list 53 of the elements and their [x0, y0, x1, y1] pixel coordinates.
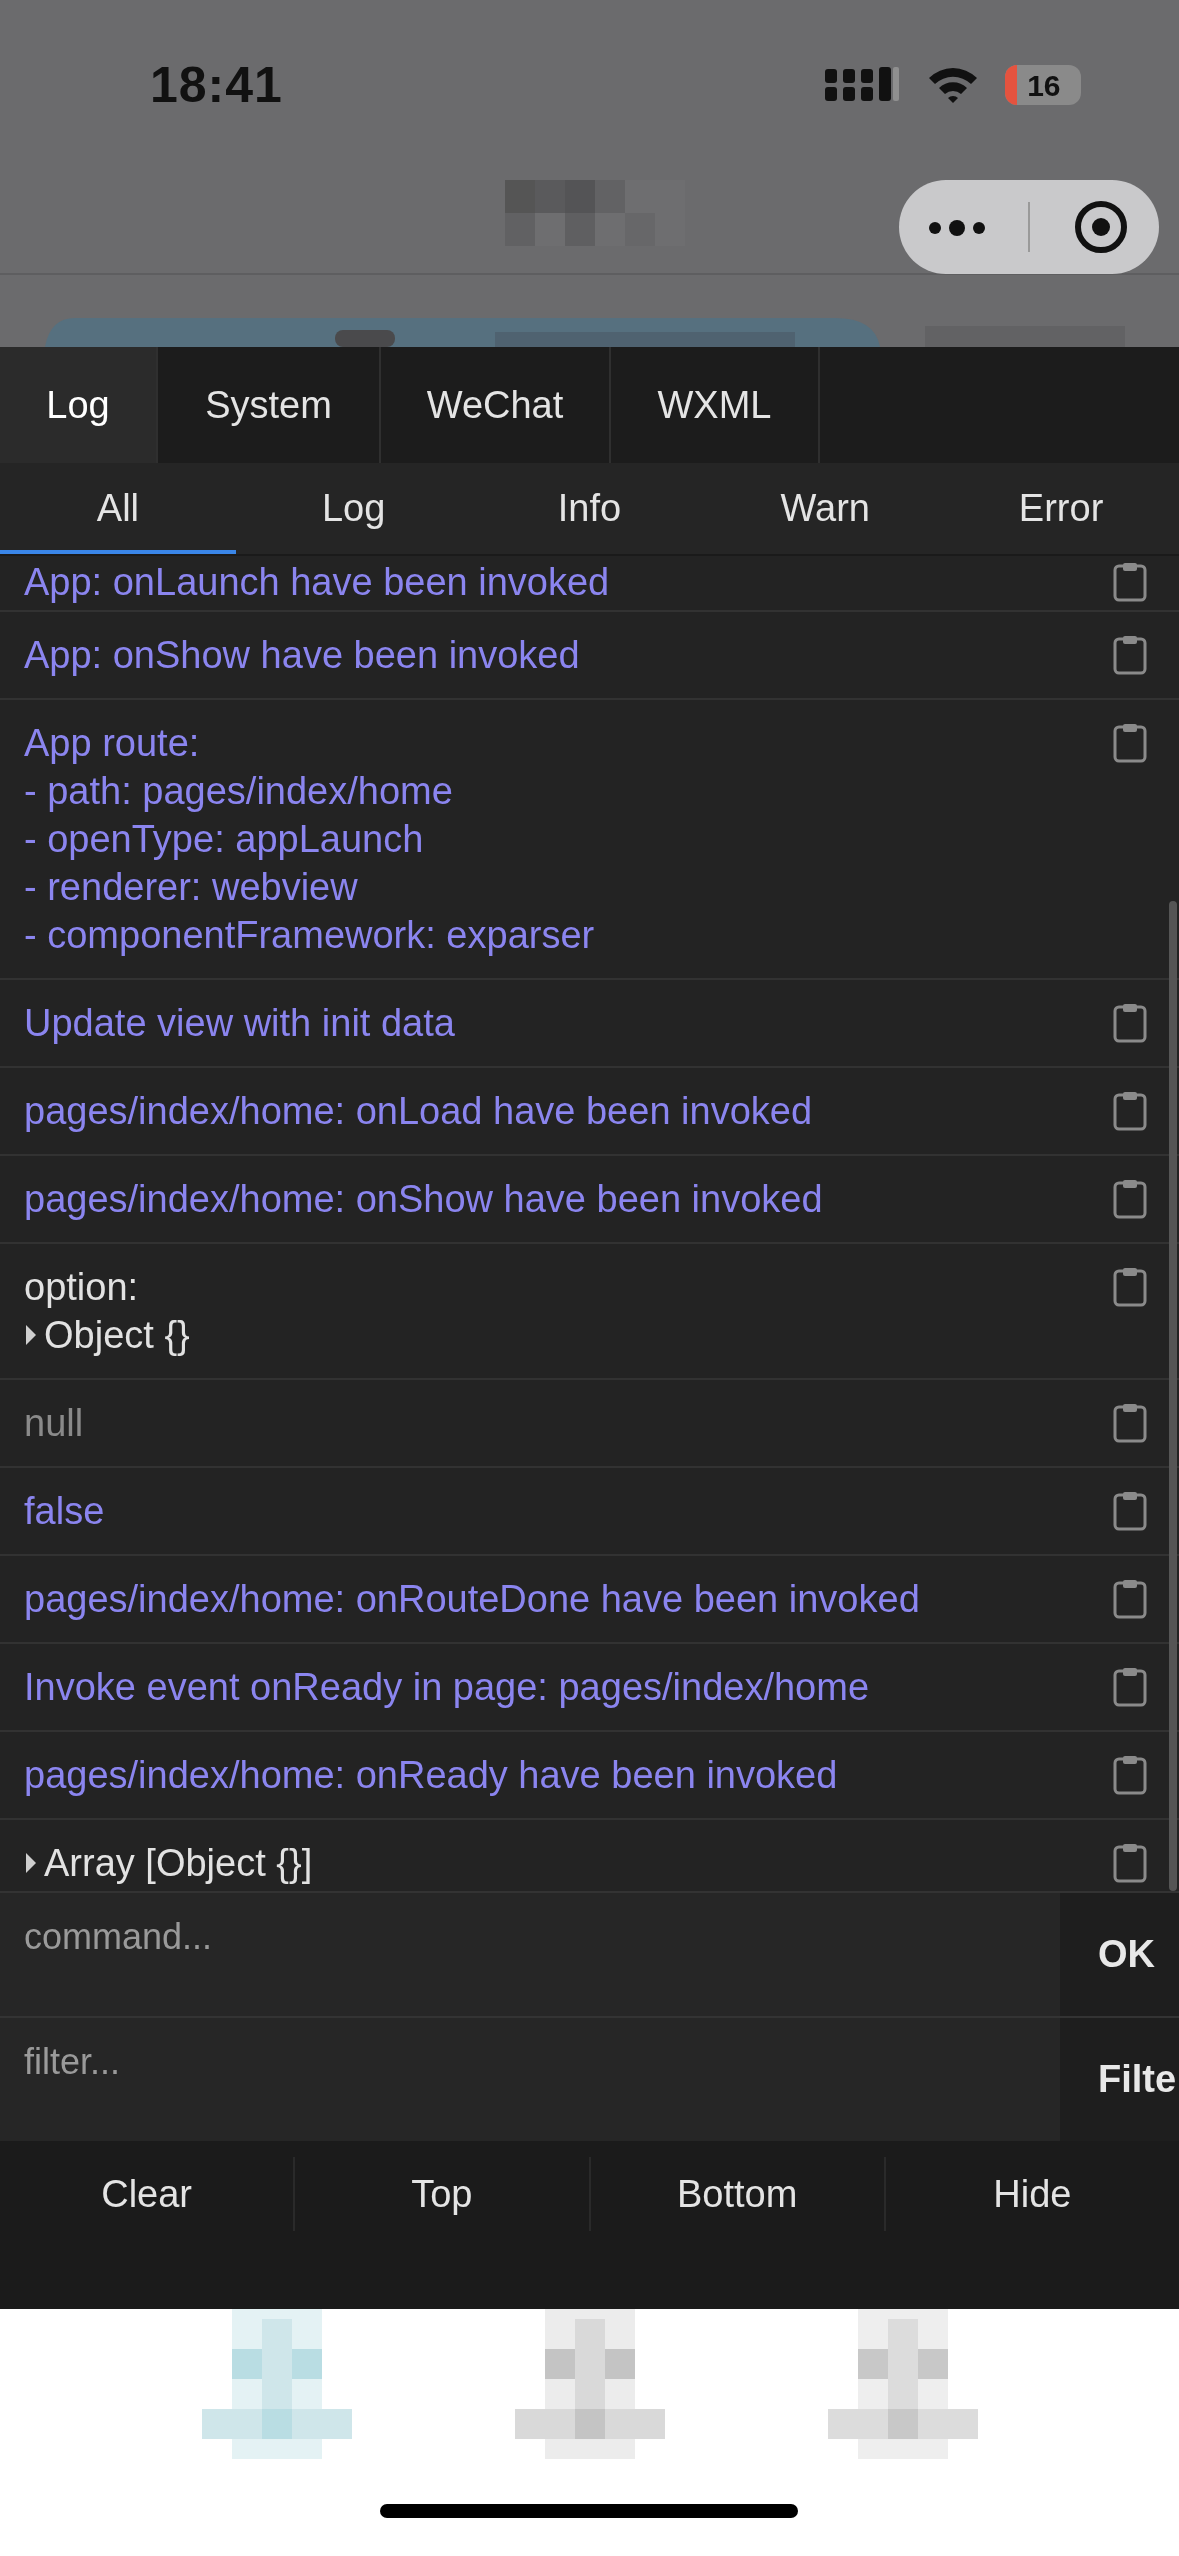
action-button[interactable]: Hide — [885, 2157, 1179, 2231]
log-text: - openType: appLaunch — [24, 817, 425, 862]
log-text: pages/index/home: onRouteDone have been invoked — [24, 1577, 921, 1622]
log-text: null — [24, 1401, 85, 1446]
clipboard-icon[interactable] — [1113, 1091, 1147, 1131]
log-text: false — [24, 1489, 106, 1534]
expand-triangle-icon[interactable] — [24, 1323, 38, 1347]
ok-button[interactable]: OK — [1060, 1893, 1179, 2016]
clipboard-icon[interactable] — [1113, 1267, 1147, 1307]
clipboard-icon[interactable] — [1113, 1179, 1147, 1219]
wifi-icon — [927, 66, 979, 104]
clipboard-icon[interactable] — [1113, 1579, 1147, 1619]
clipboard-icon[interactable] — [1113, 1755, 1147, 1795]
object-label[interactable]: Object {} — [44, 1311, 190, 1359]
log-text: pages/index/home: onShow have been invoked — [24, 1177, 824, 1222]
log-text: pages/index/home: onReady have been invoked — [24, 1753, 839, 1798]
log-text: Update view with init data — [24, 1001, 456, 1046]
log-text: App: onShow have been invoked — [24, 633, 581, 678]
filter-input[interactable]: filter... — [0, 2018, 1060, 2141]
filter-tab[interactable]: All — [0, 463, 236, 554]
clipboard-icon[interactable] — [1113, 1403, 1147, 1443]
command-input[interactable]: command... — [0, 1893, 1060, 2016]
log-text: Invoke event onReady in page: pages/index/home — [24, 1665, 871, 1710]
object-label[interactable]: Array [Object {}] — [44, 1839, 313, 1887]
clipboard-icon[interactable] — [1113, 723, 1147, 763]
more-icon — [927, 219, 987, 236]
status-time: 18:41 — [150, 55, 283, 115]
signal-icon — [825, 67, 901, 103]
clipboard-icon[interactable] — [1113, 1003, 1147, 1043]
clipboard-icon[interactable] — [1113, 1843, 1147, 1883]
action-button[interactable]: Top — [295, 2157, 591, 2231]
clipboard-icon[interactable] — [1113, 1491, 1147, 1531]
clipboard-icon[interactable] — [1113, 562, 1147, 602]
filter-tab[interactable]: Warn — [707, 463, 944, 554]
clipboard-icon[interactable] — [1113, 635, 1147, 675]
log-text: option: — [24, 1265, 140, 1310]
log-text: App: onLaunch have been invoked — [24, 560, 611, 605]
target-icon — [1074, 200, 1128, 254]
apply-filter-button[interactable]: Filte — [1060, 2018, 1179, 2141]
action-button[interactable]: Clear — [0, 2157, 296, 2231]
filter-tab[interactable]: Log — [235, 463, 472, 554]
log-text: - componentFramework: exparser — [24, 913, 596, 958]
log-text: - renderer: webview — [24, 865, 359, 910]
battery-indicator: 16 — [1005, 65, 1081, 105]
log-text: App route: — [24, 721, 201, 766]
log-text: pages/index/home: onLoad have been invoked — [24, 1089, 814, 1134]
filter-tab[interactable]: Error — [943, 463, 1179, 554]
filter-tab[interactable]: Info — [471, 463, 708, 554]
panel-tab[interactable]: Log — [0, 347, 158, 463]
action-button[interactable]: Bottom — [590, 2157, 886, 2231]
clipboard-icon[interactable] — [1113, 1667, 1147, 1707]
log-text: - path: pages/index/home — [24, 769, 454, 814]
expand-triangle-icon[interactable] — [24, 1851, 38, 1875]
